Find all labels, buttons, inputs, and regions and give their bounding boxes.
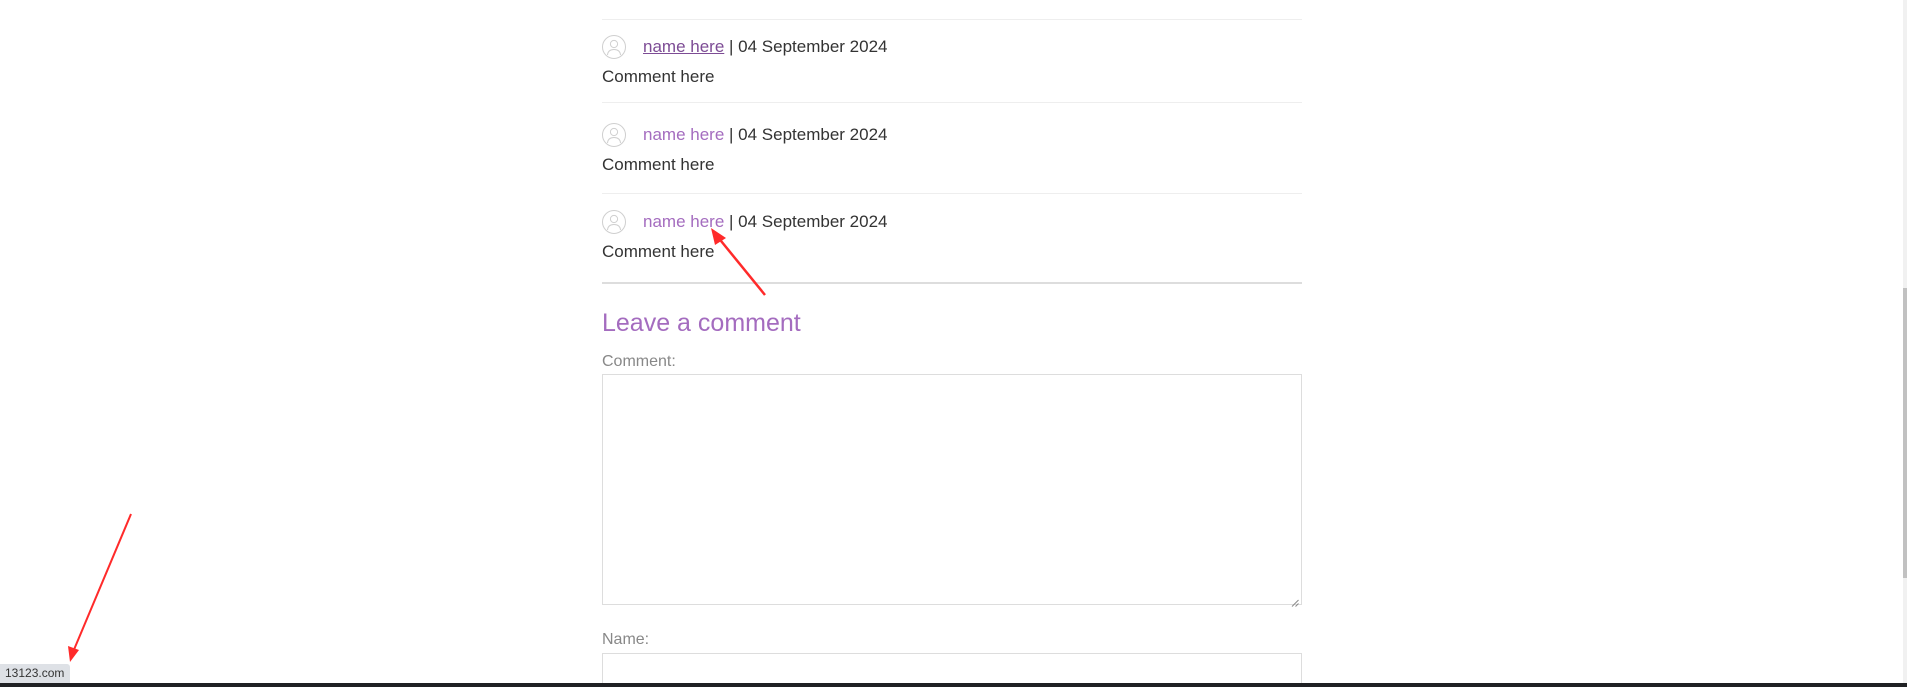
comment-field-label: Comment: [602,353,676,370]
comment-textarea[interactable] [602,374,1302,607]
comment-meta: name here | 04 September 2024 [602,34,888,60]
comment-text: Comment here [602,67,715,86]
user-avatar-icon [602,35,626,59]
annotation-arrow [68,513,132,662]
comment-item: name here | 04 September 2024 Comment he… [602,122,1302,210]
name-field-label: Name: [602,631,650,648]
comment-date: 04 September 2024 [738,212,888,231]
page: name here | 04 September 2024 Comment he… [0,0,1907,687]
user-avatar-icon [602,210,626,234]
status-bar-url: 13123.com [0,664,71,683]
meta-separator: | [724,37,739,56]
comment-item: name here | 04 September 2024 Comment he… [602,34,1302,122]
comment-text: Comment here [602,155,715,174]
divider [602,102,1302,103]
name-input[interactable] [602,653,1302,687]
user-avatar-icon [602,123,626,147]
comment-author-link[interactable]: name here [643,37,724,57]
comment-text: Comment here [602,242,715,261]
leave-comment-title: Leave a comment [602,309,801,337]
comment-date: 04 September 2024 [738,125,888,144]
comment-author-link[interactable]: name here [643,125,724,145]
comment-date: 04 September 2024 [738,37,888,56]
divider [602,193,1302,194]
section-divider [602,282,1302,284]
resize-grip-icon[interactable] [1291,594,1299,607]
window-bottom-edge [0,683,1907,687]
comment-author-link[interactable]: name here [643,212,724,232]
scrollbar-thumb[interactable] [1903,288,1907,578]
comment-meta: name here | 04 September 2024 [602,122,888,148]
meta-separator: | [724,212,739,231]
divider [602,19,1302,20]
scrollbar-track[interactable] [1903,0,1907,687]
meta-separator: | [724,125,739,144]
comment-meta: name here | 04 September 2024 [602,209,888,235]
